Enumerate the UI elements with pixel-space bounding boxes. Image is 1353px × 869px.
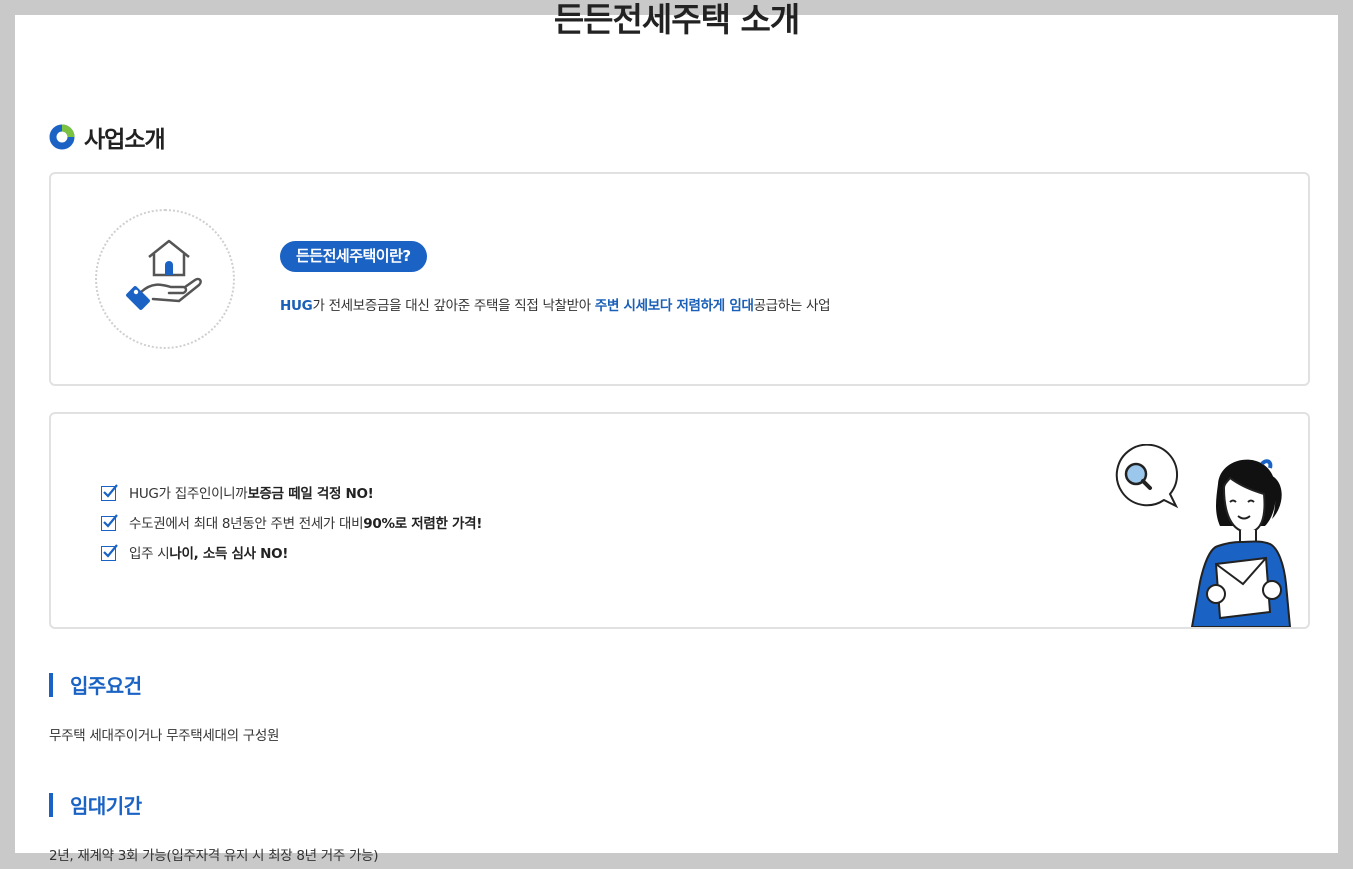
content-page: 든든전세주택 소개 사업소개 든든전세주택이란? HUG가 전세보증금을 대신 … [15,0,1338,864]
benefit-item: 입주 시 나이, 소득 심사 NO! [101,537,482,567]
desc-highlight: 주변 시세보다 저렴하게 임대 [594,298,754,314]
benefit-bold: 나이, 소득 심사 NO! [169,546,289,562]
intro-badge: 든든전세주택이란? [280,241,427,272]
lease-period-title: 임대기간 [70,794,142,818]
heading-bar [49,672,53,697]
section-heading: 사업소개 [49,120,166,154]
checkbox-checked-icon [101,543,119,561]
lease-period-heading: 임대기간 [49,790,142,819]
house-hand-icon [95,209,235,349]
requirements-heading: 입주요건 [49,670,142,699]
requirements-title: 입주요건 [70,674,142,698]
benefit-item: 수도권에서 최대 8년동안 주변 전세가 대비 90%로 저렴한 가격! [101,507,482,537]
benefit-item: HUG가 집주인이니까 보증금 떼일 걱정 NO! [101,477,482,507]
heading-bar [49,792,53,817]
benefit-bold: 보증금 떼일 걱정 NO! [247,486,374,502]
requirements-text: 무주택 세대주이거나 무주택세대의 구성원 [49,728,280,744]
benefit-list: HUG가 집주인이니까 보증금 떼일 걱정 NO! 수도권에서 최대 8년동안 … [101,477,482,567]
desc-text-2: 공급하는 사업 [753,298,831,314]
desc-hug: HUG [280,298,313,314]
benefits-card: HUG가 집주인이니까 보증금 떼일 걱정 NO! 수도권에서 최대 8년동안 … [49,412,1310,629]
ring-icon [49,124,75,150]
benefit-text: 입주 시 [129,546,170,562]
benefit-text: 수도권에서 최대 8년동안 주변 전세가 대비 [129,516,364,532]
benefit-bold: 90%로 저렴한 가격! [363,516,483,532]
checkbox-checked-icon [101,513,119,531]
intro-card: 든든전세주택이란? HUG가 전세보증금을 대신 갚아준 주택을 직접 낙찰받아… [49,172,1310,386]
girl-with-magnifier-illustration [1115,444,1292,627]
lease-period-text: 2년, 재계약 3회 가능(입주자격 유지 시 최장 8년 거주 가능) [49,848,379,864]
desc-text-1: 가 전세보증금을 대신 갚아준 주택을 직접 낙찰받아 [312,298,595,314]
section-title: 사업소개 [84,127,166,153]
checkbox-checked-icon [101,483,119,501]
benefit-text: HUG가 집주인이니까 [129,486,248,502]
intro-description: HUG가 전세보증금을 대신 갚아준 주택을 직접 낙찰받아 주변 시세보다 저… [280,294,831,314]
page-title: 든든전세주택 소개 [553,0,800,39]
